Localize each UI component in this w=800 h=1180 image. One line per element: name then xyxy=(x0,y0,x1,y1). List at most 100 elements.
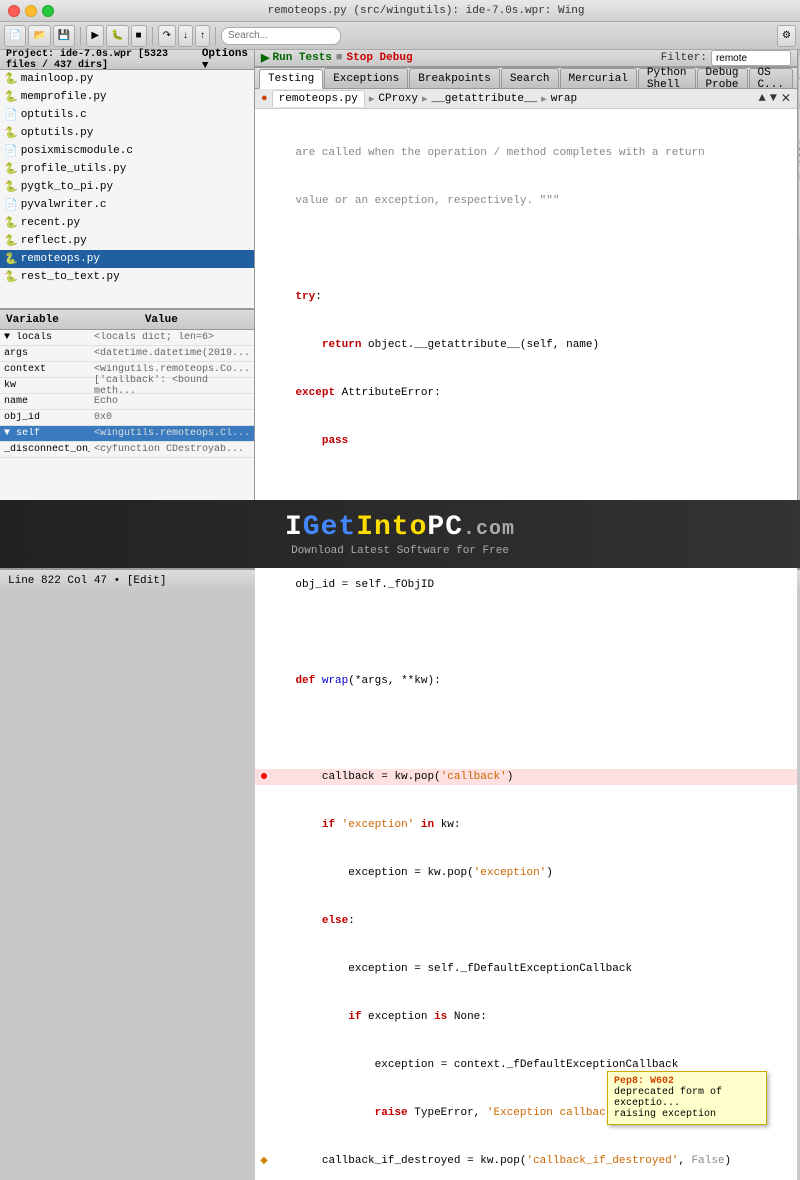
var-row-objid[interactable]: obj_id 0x0 xyxy=(0,410,254,426)
tree-item-rest-to-text[interactable]: 🐍rest_to_text.py xyxy=(0,268,254,286)
watermark-title: IGetIntoPC.com xyxy=(285,512,515,543)
tooltip-pep8: Pep8: W602 deprecated form of exceptio..… xyxy=(607,1071,767,1125)
wm-i: I xyxy=(285,512,303,543)
breadcrumb-method[interactable]: __getattribute__ xyxy=(432,93,538,105)
var-row-locals[interactable]: ▼ locals <locals dict; len=6> xyxy=(0,330,254,346)
code-line-pass: pass xyxy=(255,433,797,449)
wm-pc: PC xyxy=(427,512,463,543)
step-out-button[interactable]: ↑ xyxy=(195,25,210,47)
tab-os[interactable]: OS C... xyxy=(749,68,793,88)
tabs-bar: Testing Exceptions Breakpoints Search Me… xyxy=(255,68,797,89)
var-row-kw[interactable]: kw ['callback': <bound meth... xyxy=(0,378,254,394)
tab-mercurial[interactable]: Mercurial xyxy=(560,68,637,88)
code-line-objid: obj_id = self._fObjID xyxy=(255,577,797,593)
code-line-try: try: xyxy=(255,289,797,305)
code-editor[interactable]: are called when the operation / method c… xyxy=(255,109,797,1180)
var-row-name[interactable]: name Echo xyxy=(0,394,254,410)
tree-item-pygtk[interactable]: 🐍pygtk_to_pi.py xyxy=(0,178,254,196)
wm-into: Into xyxy=(356,512,427,543)
separator-2 xyxy=(152,27,153,45)
tab-testing[interactable]: Testing xyxy=(259,69,323,89)
tab-python-shell[interactable]: Python Shell xyxy=(638,68,696,88)
new-file-button[interactable]: 📄 xyxy=(4,25,26,47)
close-button[interactable] xyxy=(8,5,20,17)
code-line-return: return object.__getattribute__(self, nam… xyxy=(255,337,797,353)
window-title: remoteops.py (src/wingutils): ide-7.0s.w… xyxy=(60,5,792,17)
minimize-button[interactable] xyxy=(25,5,37,17)
code-line-if-exception: if 'exception' in kw: xyxy=(255,817,797,833)
tree-item-recent[interactable]: 🐍recent.py xyxy=(0,214,254,232)
var-row-self[interactable]: ▼ self <wingutils.remoteops.Cl... xyxy=(0,426,254,442)
tree-item-posixmisc[interactable]: 📄posixmiscmodule.c xyxy=(0,142,254,160)
code-line-if-none: if exception is None: xyxy=(255,1009,797,1025)
tab-search[interactable]: Search xyxy=(501,68,559,88)
tooltip-line1: Pep8: W602 xyxy=(614,1076,760,1087)
tree-item-remoteops[interactable]: 🐍remoteops.py xyxy=(0,250,254,268)
tree-item-pyvalwriter[interactable]: 📄pyvalwriter.c xyxy=(0,196,254,214)
maximize-button[interactable] xyxy=(42,5,54,17)
nav-down-button[interactable]: ▼ xyxy=(770,91,777,106)
tab-breakpoints[interactable]: Breakpoints xyxy=(409,68,500,88)
tab-debug-probe[interactable]: Debug Probe xyxy=(697,68,748,88)
step-into-button[interactable]: ↓ xyxy=(178,25,193,47)
stop-debug-label: Stop Debug xyxy=(347,52,413,64)
file-tree: 🐍mainloop.py 🐍memprofile.py 📄optutils.c … xyxy=(0,70,254,308)
breadcrumb-sep2: ▸ xyxy=(422,92,428,106)
editor-file-tab[interactable]: remoteops.py xyxy=(272,90,365,107)
editor-area: ● remoteops.py ▸ CProxy ▸ __getattribute… xyxy=(255,89,797,1180)
code-line-except: except AttributeError: xyxy=(255,385,797,401)
code-line-3 xyxy=(255,241,797,257)
separator-1 xyxy=(80,27,81,45)
run-tests-label: Run Tests xyxy=(273,52,332,64)
open-file-button[interactable]: 📂 xyxy=(28,25,50,47)
filter-label: Filter: xyxy=(661,52,707,64)
tree-item-optutils-c[interactable]: 📄optutils.c xyxy=(0,106,254,124)
var-row-disconnect[interactable]: _disconnect_on_destroy <cyfunction CDest… xyxy=(0,442,254,458)
code-line-callback: ● callback = kw.pop('callback') xyxy=(255,769,797,785)
watermark-overlay: IGetIntoPC.com Download Latest Software … xyxy=(0,500,800,568)
save-button[interactable]: 💾 xyxy=(53,25,75,47)
tree-item-mainloop[interactable]: 🐍mainloop.py xyxy=(0,70,254,88)
tab-exceptions-label: Exceptions xyxy=(333,73,399,85)
var-header-name: Variable xyxy=(6,314,59,326)
tree-item-memprofile[interactable]: 🐍memprofile.py xyxy=(0,88,254,106)
title-bar: remoteops.py (src/wingutils): ide-7.0s.w… xyxy=(0,0,800,22)
project-header: Project: ide-7.0s.wpr [5323 files / 437 … xyxy=(0,50,254,70)
watermark-subtitle: Download Latest Software for Free xyxy=(291,545,509,557)
editor-filename: remoteops.py xyxy=(279,93,358,105)
run-tests-button[interactable]: ▶ Run Tests xyxy=(261,51,332,65)
main-toolbar: 📄 📂 💾 ▶ 🐛 ■ ↷ ↓ ↑ ⚙ xyxy=(0,22,800,50)
settings-button[interactable]: ⚙ xyxy=(777,25,796,47)
code-line-blank2 xyxy=(255,625,797,641)
close-editor-button[interactable]: ✕ xyxy=(781,91,791,106)
filter-input[interactable] xyxy=(711,50,791,66)
search-input[interactable] xyxy=(221,27,341,45)
stop-debug-button[interactable]: Stop Debug xyxy=(347,52,413,64)
tab-os-label: OS C... xyxy=(758,67,784,91)
breadcrumb-wrap[interactable]: wrap xyxy=(551,93,577,105)
run-button[interactable]: ▶ xyxy=(86,25,104,47)
nav-up-button[interactable]: ▲ xyxy=(758,91,765,106)
status-text: Line 822 Col 47 • [Edit] xyxy=(8,575,166,587)
breadcrumb-sep1: ▸ xyxy=(369,92,375,106)
debug-button[interactable]: 🐛 xyxy=(106,25,128,47)
code-container[interactable]: are called when the operation / method c… xyxy=(255,109,797,1180)
separator-3 xyxy=(215,27,216,45)
tab-debug-probe-label: Debug Probe xyxy=(706,67,739,91)
tree-item-optutils-py[interactable]: 🐍optutils.py xyxy=(0,124,254,142)
tree-item-profile[interactable]: 🐍profile_utils.py xyxy=(0,160,254,178)
tab-python-shell-label: Python Shell xyxy=(647,67,687,91)
code-line-exc-pop: exception = kw.pop('exception') xyxy=(255,865,797,881)
stop-button[interactable]: ■ xyxy=(131,25,147,47)
code-line-else: else: xyxy=(255,913,797,929)
tree-item-reflect[interactable]: 🐍reflect.py xyxy=(0,232,254,250)
var-row-args[interactable]: args <datetime.datetime(2019... xyxy=(0,346,254,362)
run-tests-bar: ▶ Run Tests ■ Stop Debug Filter: xyxy=(255,50,797,67)
step-over-button[interactable]: ↷ xyxy=(158,25,176,47)
tooltip-line2: deprecated form of exceptio... xyxy=(614,1087,760,1109)
breadcrumb-sep3: ▸ xyxy=(541,92,547,106)
var-header-val: Value xyxy=(145,314,178,326)
options-btn[interactable]: Options ▼ xyxy=(202,48,248,72)
breadcrumb-class[interactable]: CProxy xyxy=(378,93,418,105)
tab-exceptions[interactable]: Exceptions xyxy=(324,68,408,88)
